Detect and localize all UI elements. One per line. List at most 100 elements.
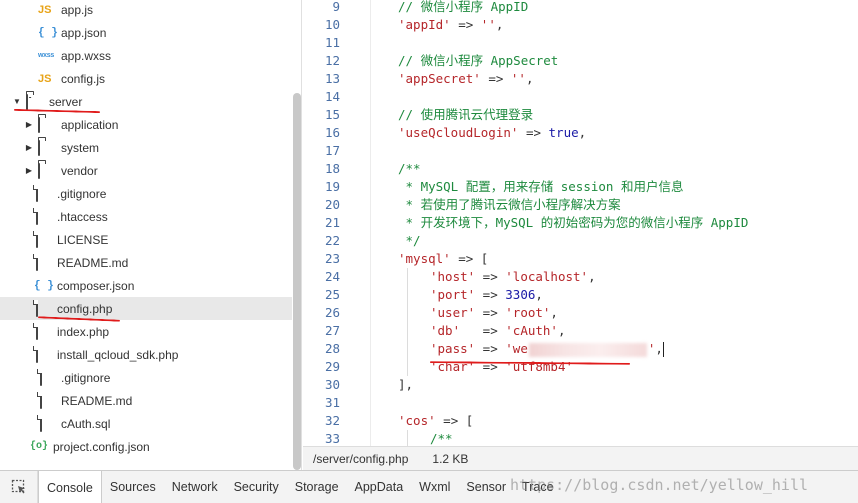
tree-item-label: vendor: [61, 163, 98, 178]
expand-arrow-right-icon[interactable]: ▶: [24, 120, 34, 129]
tab-wxml[interactable]: Wxml: [411, 471, 458, 503]
file-path: /server/config.php: [313, 451, 409, 466]
code-token: => [: [450, 251, 489, 266]
text-cursor: [662, 342, 665, 357]
code-line[interactable]: // 微信小程序 AppSecret: [398, 52, 558, 70]
tree-item[interactable]: { } app.json: [0, 21, 292, 44]
code-line[interactable]: 'appId' => '',: [398, 16, 503, 34]
inspect-button[interactable]: [0, 470, 38, 503]
tab-console[interactable]: Console: [38, 470, 102, 503]
code-line[interactable]: 'mysql' => [: [398, 250, 488, 268]
tree-item[interactable]: JS config.js: [0, 67, 292, 90]
line-number: 18: [324, 161, 340, 176]
line-number-gutter: 9 10 11 12 13 14 15 16 17 18 19 20 21 22 23 24 25 26 27 28 2…: [303, 0, 371, 446]
tree-item[interactable]: {o} project.config.json: [0, 435, 292, 458]
tree-item[interactable]: README.md: [0, 389, 292, 412]
tree-item[interactable]: JS app.js: [0, 0, 292, 21]
code-token: // 使用腾讯云代理登录: [398, 107, 534, 122]
line-number: 28: [324, 341, 340, 356]
code-line[interactable]: 'host' => 'localhost',: [430, 268, 596, 286]
tree-item[interactable]: index.php: [0, 320, 292, 343]
tree-item-label: .htaccess: [57, 209, 108, 224]
line-number: 20: [324, 197, 340, 212]
code-token: 'port': [430, 287, 476, 302]
code-line[interactable]: 'appSecret' => '',: [398, 70, 534, 88]
config-file-icon: {o}: [30, 440, 49, 452]
indent-guide: [407, 430, 408, 446]
line-number: 25: [324, 287, 340, 302]
code-line[interactable]: // 微信小程序 AppID: [398, 0, 528, 16]
tree-item[interactable]: .gitignore: [0, 182, 292, 205]
code-line[interactable]: 'port' => 3306,: [430, 286, 543, 304]
tree-item-label: .gitignore: [61, 370, 111, 385]
tree-item[interactable]: install_qcloud_sdk.php: [0, 343, 292, 366]
code-token: =>: [450, 17, 481, 32]
line-number: 9: [332, 0, 340, 14]
js-file-icon: JS: [38, 3, 52, 16]
code-token: ],: [398, 377, 414, 392]
tree-item[interactable]: .gitignore: [0, 366, 292, 389]
line-number: 17: [324, 143, 340, 158]
tree-item[interactable]: { } composer.json: [0, 274, 292, 297]
tab-sources[interactable]: Sources: [102, 471, 164, 503]
code-line[interactable]: 'user' => 'root',: [430, 304, 558, 322]
line-number: 12: [324, 53, 340, 68]
line-number: 27: [324, 323, 340, 338]
tab-storage[interactable]: Storage: [287, 471, 347, 503]
file-icon: [34, 185, 50, 202]
code-token: 'db': [430, 323, 461, 338]
tree-item[interactable]: README.md: [0, 251, 292, 274]
tab-trace[interactable]: Trace: [514, 471, 562, 503]
tree-item[interactable]: wxss app.wxss: [0, 44, 292, 67]
code-token: 'mysql': [398, 251, 451, 266]
tree-item[interactable]: ▶ system: [0, 136, 292, 159]
file-icon: [34, 346, 50, 363]
line-number: 15: [324, 107, 340, 122]
line-number: 19: [324, 179, 340, 194]
file-icon: [38, 415, 54, 432]
expand-arrow-down-icon[interactable]: ▼: [12, 97, 22, 106]
tree-item-label: .gitignore: [57, 186, 107, 201]
code-token: 'appId': [398, 17, 451, 32]
code-token: // 微信小程序 AppSecret: [398, 53, 559, 68]
tree-item[interactable]: .htaccess: [0, 205, 292, 228]
line-number: 30: [324, 377, 340, 392]
tree-item[interactable]: ▶ application: [0, 113, 292, 136]
code-line[interactable]: /**: [430, 430, 453, 446]
code-editor[interactable]: 9 10 11 12 13 14 15 16 17 18 19 20 21 22 23 24 25 26 27 28 2…: [303, 0, 858, 446]
file-tree-scrollbar[interactable]: [293, 93, 301, 470]
tree-item-label: system: [61, 140, 100, 155]
tree-item-label: LICENSE: [57, 232, 109, 247]
code-line[interactable]: * 若使用了腾讯云微信小程序解决方案: [398, 196, 621, 214]
code-line[interactable]: * 开发环境下，MySQL 的初始密码为您的微信小程序 AppID: [398, 214, 749, 232]
tab-sensor[interactable]: Sensor: [458, 471, 514, 503]
expand-arrow-right-icon[interactable]: ▶: [24, 143, 34, 152]
code-line[interactable]: */: [398, 232, 421, 250]
code-token: /**: [398, 161, 421, 176]
code-token: =>: [460, 323, 506, 338]
tree-item-label: app.json: [61, 25, 107, 40]
code-token: ,: [588, 269, 596, 284]
tab-security[interactable]: Security: [226, 471, 287, 503]
tree-item[interactable]: ▶ vendor: [0, 159, 292, 182]
tab-network[interactable]: Network: [164, 471, 226, 503]
tree-item[interactable]: cAuth.sql: [0, 412, 292, 435]
code-line[interactable]: 'db' => 'cAuth',: [430, 322, 565, 340]
code-token: ,: [535, 287, 543, 302]
code-line[interactable]: 'pass' => 'we ',: [430, 340, 665, 358]
editor-status-bar: /server/config.php 1.2 KB: [303, 446, 858, 470]
code-line[interactable]: 'useQcloudLogin' => true,: [398, 124, 586, 142]
tab-appdata[interactable]: AppData: [347, 471, 412, 503]
tree-item-label: README.md: [61, 393, 133, 408]
tree-item[interactable]: LICENSE: [0, 228, 292, 251]
code-line[interactable]: 'cos' => [: [398, 412, 473, 430]
code-token: ,: [578, 125, 587, 140]
folder-icon: [38, 116, 54, 133]
code-line[interactable]: * MySQL 配置，用来存储 session 和用户信息: [398, 178, 684, 196]
code-line[interactable]: /**: [398, 160, 421, 178]
code-line[interactable]: ],: [398, 376, 413, 394]
tree-item-label: app.wxss: [61, 48, 112, 63]
code-token: => [: [435, 413, 474, 428]
code-line[interactable]: // 使用腾讯云代理登录: [398, 106, 533, 124]
expand-arrow-right-icon[interactable]: ▶: [24, 166, 34, 175]
